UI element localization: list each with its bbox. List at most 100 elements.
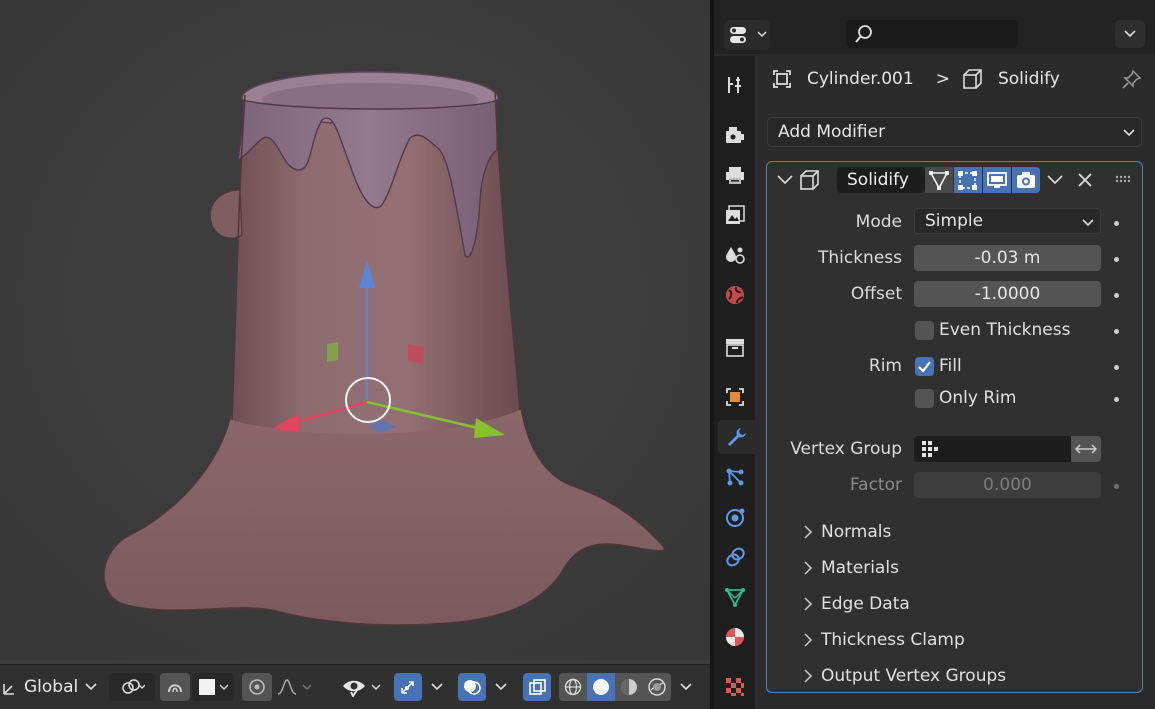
tab-material[interactable] — [718, 620, 752, 654]
chevron-down-icon — [1047, 175, 1063, 185]
keyframe-dot[interactable] — [1114, 221, 1119, 226]
chevron-down-icon — [84, 673, 98, 701]
subpanel-normals[interactable]: Normals — [803, 519, 891, 545]
subpanel-output-vertex-groups[interactable]: Output Vertex Groups — [803, 663, 1006, 689]
modifier-menu-dropdown[interactable] — [1041, 167, 1069, 193]
invert-vertex-group-toggle[interactable] — [1071, 436, 1101, 462]
editor-type-dropdown[interactable] — [724, 20, 770, 50]
chevron-down-icon[interactable] — [494, 673, 508, 701]
orientation-dropdown[interactable]: Global — [0, 672, 98, 702]
wrench-icon — [727, 428, 746, 446]
visibility-dropdown[interactable] — [340, 672, 386, 702]
tab-physics[interactable] — [718, 500, 752, 534]
vertex-group-icon — [922, 441, 938, 457]
3d-viewport[interactable]: Global — [0, 0, 710, 709]
wireframe-icon[interactable] — [559, 673, 587, 701]
chevron-right-icon — [804, 669, 813, 683]
add-modifier-button[interactable]: Add Modifier — [767, 117, 1142, 147]
chevron-right-icon — [804, 561, 813, 575]
breadcrumb-object: Cylinder.001 — [807, 69, 914, 89]
modifier-name-field[interactable]: Solidify — [837, 167, 925, 193]
falloff-dropdown[interactable] — [274, 672, 314, 702]
material-icon — [726, 628, 744, 646]
keyframe-dot[interactable] — [1114, 484, 1119, 489]
offset-field[interactable]: -1.0000 — [914, 281, 1101, 307]
search-input[interactable] — [880, 26, 1010, 42]
xray-toggle[interactable] — [523, 672, 551, 702]
physics-icon — [726, 508, 745, 527]
tab-constraints[interactable] — [718, 540, 752, 574]
rendered-icon[interactable] — [643, 673, 671, 701]
chevron-down-icon[interactable] — [777, 174, 793, 186]
object-icon — [726, 388, 744, 406]
solid-icon[interactable] — [587, 673, 615, 701]
mode-dropdown[interactable]: Simple — [914, 208, 1101, 234]
keyframe-dot[interactable] — [1114, 329, 1119, 334]
xray-icon — [523, 673, 551, 701]
output-icon — [726, 167, 744, 184]
material-preview-icon[interactable] — [615, 673, 643, 701]
options-dropdown[interactable] — [1115, 20, 1145, 48]
render-toggle[interactable] — [1012, 167, 1040, 193]
pin-icon[interactable] — [1121, 68, 1143, 90]
subpanel-materials[interactable]: Materials — [803, 555, 899, 581]
overlays-toggle[interactable] — [458, 672, 508, 702]
tab-modifiers[interactable] — [718, 420, 755, 454]
vertex-group-label: Vertex Group — [790, 439, 902, 459]
tab-object[interactable] — [718, 380, 752, 414]
tab-scene[interactable] — [718, 238, 752, 272]
properties-editor: Cylinder.001 > Solidify Add Modifier Sol… — [714, 0, 1155, 709]
factor-field[interactable]: 0.000 — [914, 472, 1101, 498]
thickness-label: Thickness — [817, 248, 902, 268]
keyframe-dot[interactable] — [1114, 397, 1119, 402]
view-layer-icon — [726, 205, 745, 224]
even-thickness-checkbox[interactable] — [915, 321, 934, 340]
modifier-header[interactable]: Solidify — [767, 162, 1142, 198]
drag-handle[interactable] — [1109, 167, 1137, 193]
factor-label: Factor — [849, 475, 902, 495]
only-rim-label: Only Rim — [939, 388, 1017, 408]
falloff-icon — [274, 673, 314, 701]
world-icon — [726, 286, 744, 304]
chevron-down-icon[interactable] — [430, 673, 444, 701]
keyframe-dot[interactable] — [1114, 365, 1119, 370]
tab-output[interactable] — [718, 158, 752, 192]
search-field[interactable] — [846, 20, 1018, 48]
tab-data[interactable] — [718, 580, 752, 614]
pivot-dropdown[interactable] — [109, 672, 155, 702]
tab-render[interactable] — [718, 118, 752, 152]
subpanel-thickness-clamp[interactable]: Thickness Clamp — [803, 627, 965, 653]
tab-collection[interactable] — [718, 330, 752, 364]
subpanel-label: Output Vertex Groups — [821, 666, 1007, 686]
subpanel-edge-data[interactable]: Edge Data — [803, 591, 910, 617]
proportional-edit-icon — [242, 673, 272, 701]
keyframe-dot[interactable] — [1114, 293, 1119, 298]
solidify-icon — [800, 170, 819, 190]
snap-toggle[interactable] — [160, 672, 190, 702]
chevron-down-icon[interactable] — [679, 673, 693, 701]
collection-icon — [726, 339, 744, 357]
tab-view-layer[interactable] — [718, 198, 752, 232]
breadcrumb: Cylinder.001 > Solidify — [755, 64, 1155, 94]
viewport-display-toggle[interactable] — [983, 167, 1011, 193]
chevron-down-icon — [1123, 129, 1135, 137]
keyframe-dot[interactable] — [1114, 257, 1119, 262]
snap-target-dropdown[interactable] — [192, 672, 234, 702]
fill-checkbox[interactable] — [915, 357, 934, 376]
remove-modifier-button[interactable] — [1071, 167, 1099, 193]
edit-mode-cage-toggle[interactable] — [925, 167, 953, 193]
proportional-edit-toggle[interactable] — [242, 672, 272, 702]
offset-label: Offset — [850, 284, 902, 304]
gizmo-icon — [394, 673, 422, 701]
vertex-group-field[interactable] — [914, 436, 1071, 462]
tab-texture[interactable] — [718, 670, 752, 704]
tab-world[interactable] — [718, 278, 752, 312]
gizmo-toggle[interactable] — [394, 672, 444, 702]
viewport-scene[interactable] — [0, 0, 710, 660]
thickness-field[interactable]: -0.03 m — [914, 245, 1101, 271]
tab-tool[interactable] — [718, 68, 752, 102]
constraints-icon — [726, 547, 745, 567]
edit-mode-toggle[interactable] — [954, 167, 982, 193]
tab-particles[interactable] — [718, 460, 752, 494]
only-rim-checkbox[interactable] — [915, 389, 934, 408]
